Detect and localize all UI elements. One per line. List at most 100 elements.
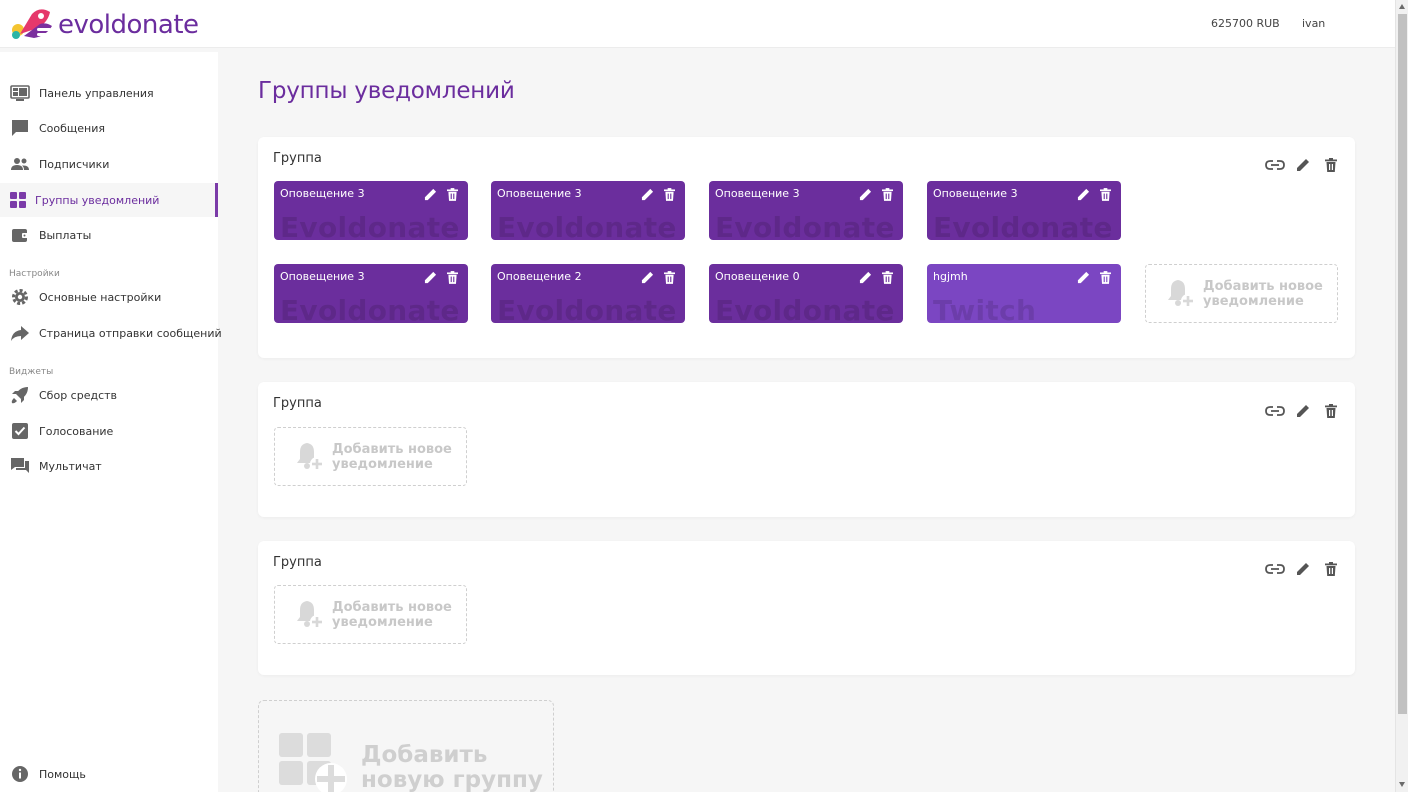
card-watermark: Evoldonate: [715, 211, 895, 240]
edit-icon[interactable]: [422, 269, 438, 285]
sidebar-item-label: Сбор средств: [39, 388, 118, 402]
sidebar-item-messages[interactable]: Сообщения: [0, 111, 218, 145]
group-title: Группа: [273, 396, 322, 411]
rocket-icon: [10, 385, 30, 405]
sidebar-item-label: Панель управления: [39, 86, 154, 100]
grid-icon: [8, 190, 28, 210]
sidebar-item-voting[interactable]: Голосование: [0, 414, 218, 448]
notification-group: Группа Добавить новое уведомление: [258, 541, 1355, 675]
edit-icon[interactable]: [857, 186, 873, 202]
edit-icon[interactable]: [1075, 186, 1091, 202]
delete-icon[interactable]: [444, 269, 460, 285]
logo-text: evoldonate: [58, 9, 199, 40]
card-watermark: Evoldonate: [280, 294, 460, 323]
card-watermark: Evoldonate: [933, 211, 1113, 240]
delete-icon[interactable]: [1321, 157, 1341, 173]
notification-card[interactable]: Оповещение 2 Evoldonate: [491, 264, 685, 323]
add-group-button[interactable]: Добавить новую группу: [258, 700, 554, 792]
delete-icon[interactable]: [1321, 403, 1341, 419]
sidebar-item-fundraising[interactable]: Сбор средств: [0, 378, 218, 412]
sidebar-item-label: Голосование: [39, 424, 114, 438]
section-label-settings: Настройки: [9, 269, 60, 279]
card-name: Оповещение 3: [715, 187, 800, 200]
card-name: Оповещение 3: [933, 187, 1018, 200]
sidebar-item-subscribers[interactable]: Подписчики: [0, 147, 218, 181]
delete-icon[interactable]: [661, 269, 677, 285]
group-title: Группа: [273, 555, 322, 570]
group-actions: [1265, 403, 1341, 419]
gear-icon: [10, 287, 30, 307]
card-watermark: Twitch: [933, 294, 1037, 323]
add-notification-label: Добавить новое уведомление: [332, 442, 452, 472]
bell-plus-icon: [1164, 277, 1196, 313]
edit-icon[interactable]: [1075, 269, 1091, 285]
edit-icon[interactable]: [857, 269, 873, 285]
card-name: Оповещение 3: [280, 270, 365, 283]
card-watermark: Evoldonate: [715, 294, 895, 323]
delete-icon[interactable]: [879, 269, 895, 285]
scroll-down-arrow-icon[interactable]: [1399, 782, 1405, 787]
dashboard-icon: [10, 83, 30, 103]
notification-card[interactable]: Оповещение 3 Evoldonate: [274, 181, 468, 240]
grid-plus-icon: [279, 733, 353, 792]
card-name: Оповещение 2: [497, 270, 582, 283]
delete-icon[interactable]: [1321, 561, 1341, 577]
link-icon[interactable]: [1265, 157, 1285, 173]
sidebar-item-main-settings[interactable]: Основные настройки: [0, 280, 218, 314]
username[interactable]: ivan: [1302, 17, 1325, 30]
scroll-up-arrow-icon[interactable]: [1399, 4, 1405, 9]
sidebar-item-notification-groups[interactable]: Группы уведомлений: [0, 183, 218, 217]
add-notification-button[interactable]: Добавить новое уведомление: [274, 585, 467, 644]
page-scrollbar[interactable]: [1395, 0, 1408, 792]
group-actions: [1265, 157, 1341, 173]
delete-icon[interactable]: [1097, 186, 1113, 202]
notification-card[interactable]: Оповещение 3 Evoldonate: [491, 181, 685, 240]
notification-card[interactable]: Оповещение 0 Evoldonate: [709, 264, 903, 323]
edit-icon[interactable]: [639, 269, 655, 285]
scroll-thumb[interactable]: [1398, 14, 1407, 714]
group-title: Группа: [273, 151, 322, 166]
bell-plus-icon: [293, 440, 325, 476]
group-actions: [1265, 561, 1341, 577]
sidebar-item-label: Сообщения: [39, 121, 106, 135]
sidebar-item-label: Подписчики: [39, 157, 110, 171]
sidebar-item-dashboard[interactable]: Панель управления: [0, 76, 218, 110]
sidebar-item-help[interactable]: Помощь: [0, 757, 218, 791]
checkbox-icon: [10, 421, 30, 441]
delete-icon[interactable]: [444, 186, 460, 202]
sidebar-item-payouts[interactable]: Выплаты: [0, 218, 218, 252]
card-watermark: Evoldonate: [280, 211, 460, 240]
delete-icon[interactable]: [1097, 269, 1113, 285]
link-icon[interactable]: [1265, 403, 1285, 419]
sidebar-item-message-page[interactable]: Страница отправки сообщений: [0, 316, 222, 350]
section-label-widgets: Виджеты: [9, 367, 54, 377]
card-name: hgjmh: [933, 270, 968, 283]
delete-icon[interactable]: [879, 186, 895, 202]
info-icon: [10, 764, 30, 784]
add-notification-button[interactable]: Добавить новое уведомление: [274, 427, 467, 486]
edit-icon[interactable]: [422, 186, 438, 202]
link-icon[interactable]: [1265, 561, 1285, 577]
logo[interactable]: evoldonate: [10, 8, 199, 41]
sidebar-item-multichat[interactable]: Мультичат: [0, 449, 218, 483]
edit-icon[interactable]: [1293, 157, 1313, 173]
edit-icon[interactable]: [1293, 561, 1313, 577]
notification-card[interactable]: Оповещение 3 Evoldonate: [927, 181, 1121, 240]
notification-card[interactable]: Оповещение 3 Evoldonate: [709, 181, 903, 240]
sidebar-item-label: Помощь: [39, 767, 86, 781]
edit-icon[interactable]: [639, 186, 655, 202]
page-title: Группы уведомлений: [258, 78, 515, 104]
notification-card[interactable]: Оповещение 3 Evoldonate: [274, 264, 468, 323]
balance: 625700 RUB: [1211, 17, 1280, 30]
card-watermark: Evoldonate: [497, 294, 677, 323]
add-notification-button[interactable]: Добавить новое уведомление: [1145, 264, 1338, 323]
add-group-label: Добавить новую группу: [361, 742, 543, 792]
notification-card[interactable]: hgjmh Twitch: [927, 264, 1121, 323]
delete-icon[interactable]: [661, 186, 677, 202]
edit-icon[interactable]: [1293, 403, 1313, 419]
sidebar-item-label: Мультичат: [39, 459, 102, 473]
sidebar-item-label: Выплаты: [39, 228, 92, 242]
add-notification-label: Добавить новое уведомление: [332, 600, 452, 630]
card-name: Оповещение 3: [497, 187, 582, 200]
card-name: Оповещение 0: [715, 270, 800, 283]
